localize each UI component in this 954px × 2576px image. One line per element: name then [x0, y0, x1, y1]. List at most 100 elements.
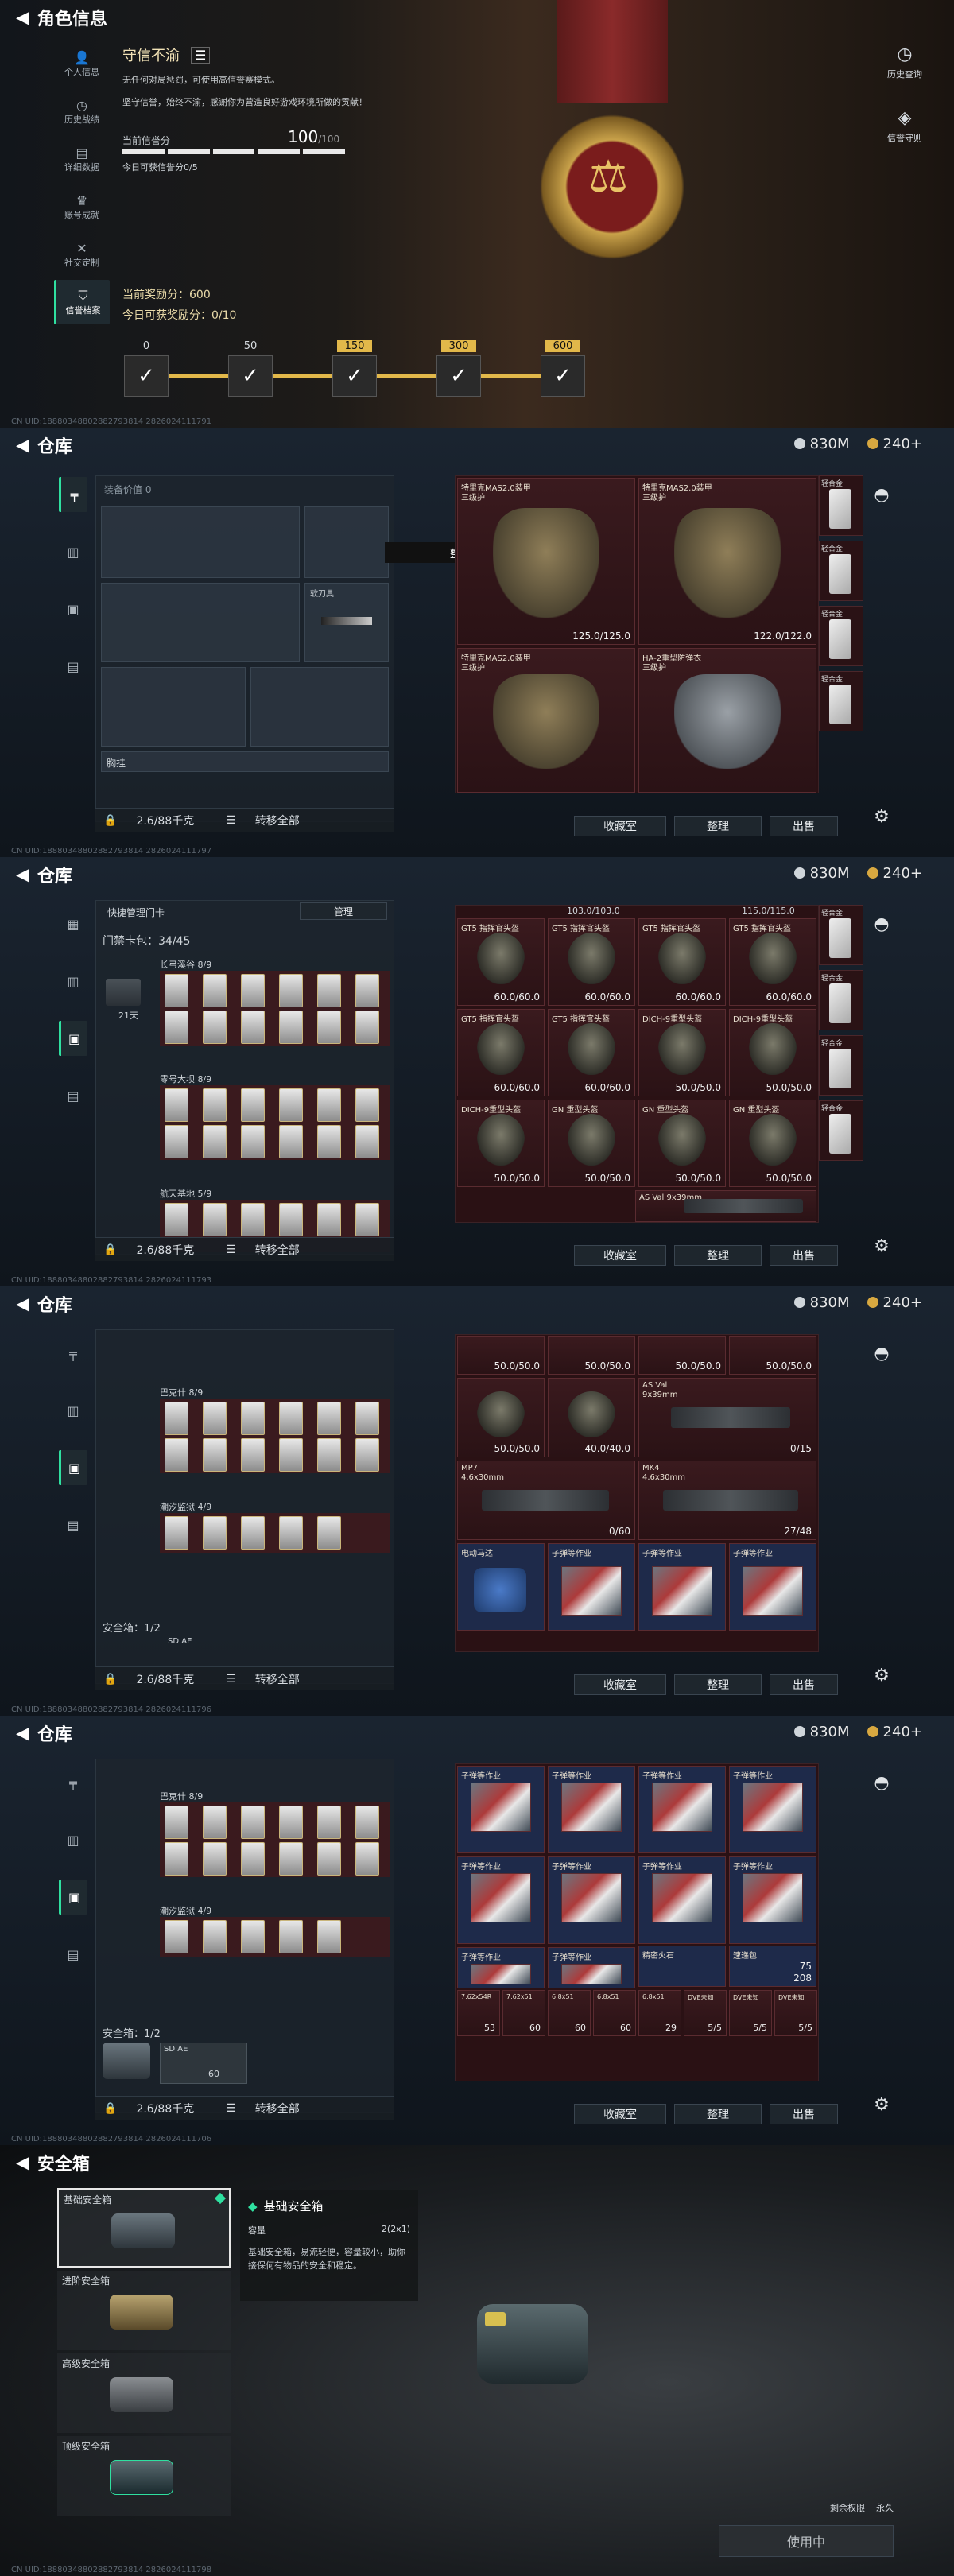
keycard-item[interactable]	[355, 1806, 379, 1839]
list-icon[interactable]: ☰	[226, 2102, 236, 2115]
ticket-balance[interactable]: 240+	[867, 436, 922, 452]
ticket-balance[interactable]: 240+	[867, 1724, 922, 1740]
collection-button[interactable]: 收藏室	[574, 1674, 666, 1695]
gun-tab-icon[interactable]: ╤	[59, 1336, 87, 1371]
keycard-item[interactable]	[241, 1203, 265, 1236]
gun-tab-icon[interactable]: ╤	[59, 477, 87, 512]
backpack-tab-icon[interactable]: ▣	[59, 1880, 87, 1915]
secondary-weapon-slot[interactable]	[101, 583, 300, 662]
back-icon[interactable]: ◀	[16, 865, 29, 885]
keycard-item[interactable]	[165, 1438, 188, 1472]
transfer-all-button[interactable]: 转移全部	[255, 1671, 300, 1687]
trash-tab-icon[interactable]: ▥	[59, 534, 87, 569]
history-query[interactable]: ◷ 历史查询	[887, 45, 922, 80]
misc-item[interactable]: 速递包 75 208	[729, 1946, 816, 1987]
ticket-balance[interactable]: 240+	[867, 1294, 922, 1311]
milestone-50[interactable]: 50 ✓	[228, 340, 273, 397]
toolbox-item[interactable]: 子弹等作业	[457, 1766, 545, 1853]
safebox-premium[interactable]: 高级安全箱	[57, 2353, 231, 2433]
ammo-item[interactable]: 6.8x51 29	[638, 1990, 681, 2036]
misc-item[interactable]: 精密火石	[638, 1946, 726, 1987]
credit-guide[interactable]: ◈ 信誉守则	[887, 108, 922, 144]
keycard-item[interactable]	[317, 1806, 341, 1839]
keycard-item[interactable]	[165, 1516, 188, 1550]
secondary-slot[interactable]	[304, 506, 389, 578]
briefcase-tab-icon[interactable]: ▤	[59, 1078, 87, 1113]
transfer-all-button[interactable]: 转移全部	[255, 1242, 300, 1258]
ammo-item[interactable]: DVE未知 5/5	[729, 1990, 772, 2036]
keycard-item[interactable]	[355, 1438, 379, 1472]
motor-item[interactable]: 电动马达	[457, 1543, 545, 1631]
ticket-balance[interactable]: 240+	[867, 865, 922, 882]
keycard-item[interactable]	[203, 1203, 227, 1236]
helmet-item[interactable]: GT5 指挥官头盔 60.0/60.0	[729, 918, 816, 1006]
milestone-600[interactable]: 600 ✓	[541, 340, 585, 397]
ammo-item[interactable]: 7.62x51 60	[502, 1990, 545, 2036]
card-pack-icon[interactable]	[106, 979, 141, 1006]
gear-icon[interactable]: ⚙	[874, 1666, 890, 1686]
manage-button[interactable]: 管理	[300, 902, 387, 920]
tab-personal-info[interactable]: 👤 个人信息	[54, 41, 110, 86]
keycard-item[interactable]	[317, 1438, 341, 1472]
collection-button[interactable]: 收藏室	[574, 2104, 666, 2124]
toolbox-item[interactable]: 子弹等作业	[548, 1543, 635, 1631]
armor-item[interactable]: 特里克MAS2.0装甲 三级护	[457, 648, 635, 793]
armor-slot[interactable]	[250, 667, 389, 747]
toolbox-item[interactable]: 子弹等作业	[729, 1543, 816, 1631]
keycard-item[interactable]	[355, 1125, 379, 1158]
keycard-item[interactable]	[165, 1125, 188, 1158]
plate-item[interactable]: 轻合金	[819, 541, 863, 601]
helmet-item[interactable]: GT5 指挥官头盔 60.0/60.0	[548, 1009, 635, 1096]
helmet-item[interactable]: GN 重型头盔 50.0/50.0	[729, 1100, 816, 1187]
list-icon[interactable]: ☰	[226, 1673, 236, 1686]
sell-button[interactable]: 出售	[770, 1674, 838, 1695]
ammo-item[interactable]: DVE未知 5/5	[684, 1990, 727, 2036]
ammo-item[interactable]: DVE未知 5/5	[774, 1990, 817, 2036]
keycard-item[interactable]	[203, 1920, 227, 1953]
rifle-item[interactable]: AS Val 9x39mm	[635, 1190, 816, 1222]
keycard-item[interactable]	[165, 1920, 188, 1953]
keycard-item[interactable]	[203, 1402, 227, 1435]
plate-item[interactable]: 轻合金	[819, 1100, 863, 1161]
keycard-item[interactable]	[317, 974, 341, 1007]
list-icon[interactable]: ☰	[226, 1243, 236, 1256]
keycard-item[interactable]	[355, 1011, 379, 1044]
gear-icon[interactable]: ⚙	[874, 1236, 890, 1256]
toolbox-item[interactable]: 子弹等作业	[638, 1856, 726, 1944]
keycard-item[interactable]	[279, 1402, 303, 1435]
sell-button[interactable]: 出售	[770, 816, 838, 836]
helmet-icon[interactable]: ◓	[874, 485, 889, 505]
plate-item[interactable]: 轻合金	[819, 1035, 863, 1096]
gear-icon[interactable]: ⚙	[874, 807, 890, 827]
keycard-item[interactable]	[317, 1203, 341, 1236]
keycard-item[interactable]	[317, 1011, 341, 1044]
keycard-item[interactable]	[165, 1011, 188, 1044]
armor-item[interactable]: 特里克MAS2.0装甲 三级护 125.0/125.0	[457, 478, 635, 645]
keycard-item[interactable]	[165, 1806, 188, 1839]
briefcase-tab-icon[interactable]: ▤	[59, 1507, 87, 1542]
list-icon[interactable]: ☰	[226, 814, 236, 827]
keycard-item[interactable]	[165, 1203, 188, 1236]
safebox-advanced[interactable]: 进阶安全箱	[57, 2271, 231, 2350]
armor-item[interactable]: 特里克MAS2.0装甲 三级护 122.0/122.0	[638, 478, 816, 645]
gear-icon[interactable]: ⚙	[874, 2095, 890, 2115]
keycard-item[interactable]	[165, 1842, 188, 1876]
back-icon[interactable]: ◀	[16, 2153, 29, 2173]
keycard-item[interactable]	[355, 1088, 379, 1122]
back-icon[interactable]: ◀	[16, 1294, 29, 1314]
rifle-item[interactable]: AS Val 9x39mm 0/15	[638, 1378, 816, 1457]
toolbox-item[interactable]: 子弹等作业	[548, 1947, 635, 1988]
keycard-item[interactable]	[355, 974, 379, 1007]
card-tab-icon[interactable]: ▦	[59, 906, 87, 941]
keycard-item[interactable]	[241, 974, 265, 1007]
keycard-item[interactable]	[203, 1125, 227, 1158]
toolbox-item[interactable]: 子弹等作业	[638, 1766, 726, 1853]
primary-weapon-slot[interactable]	[101, 506, 300, 578]
keycard-item[interactable]	[279, 1842, 303, 1876]
ammo-item[interactable]: 6.8x51 60	[548, 1990, 591, 2036]
safebox-basic[interactable]: 基础安全箱	[57, 2188, 231, 2268]
keycard-item[interactable]	[279, 1203, 303, 1236]
sort-button[interactable]: 整理	[674, 1245, 762, 1266]
backpack-tab-icon[interactable]: ▣	[59, 592, 87, 627]
milestone-0[interactable]: 0 ✓	[124, 340, 169, 397]
